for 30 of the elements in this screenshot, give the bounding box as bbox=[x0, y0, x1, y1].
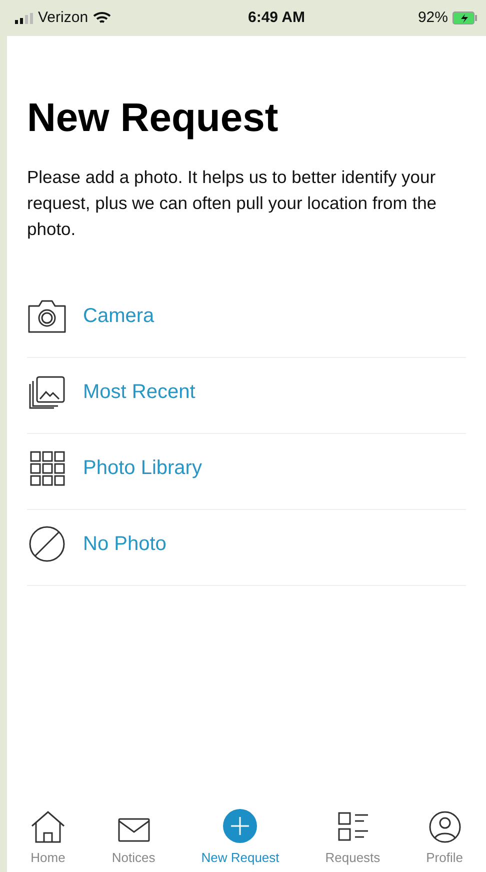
carrier-name: Verizon bbox=[38, 8, 88, 28]
tab-bar-item[interactable]: Notices bbox=[112, 806, 156, 868]
photo-option[interactable]: Most Recent bbox=[27, 346, 466, 434]
list-icon bbox=[336, 810, 370, 844]
option-label: No Photo bbox=[83, 532, 166, 556]
tab-bar-item[interactable]: New Request bbox=[201, 806, 280, 868]
option-label: Photo Library bbox=[83, 456, 202, 480]
signal-icon bbox=[15, 12, 33, 24]
grid-icon bbox=[29, 450, 65, 486]
tab-bar-item[interactable]: Home bbox=[30, 806, 66, 868]
photo-option[interactable]: Photo Library bbox=[27, 422, 466, 510]
home-icon bbox=[30, 810, 66, 844]
wifi-icon bbox=[93, 11, 112, 25]
tab-bar-item[interactable]: Requests bbox=[325, 806, 380, 868]
page-title: New Request bbox=[27, 95, 280, 142]
plus-icon bbox=[222, 808, 258, 844]
option-label: Camera bbox=[83, 304, 154, 328]
option-label: Most Recent bbox=[83, 380, 196, 404]
camera-icon bbox=[27, 298, 67, 334]
clock-time: 6:49 AM bbox=[247, 8, 306, 28]
envelope-icon bbox=[116, 816, 151, 844]
battery-percentage: 92% bbox=[418, 8, 448, 28]
instruction-text: Please add a photo. It helps us to better identify your request, plus we can often pull your location from the photo. bbox=[27, 166, 438, 241]
tab-bar-item[interactable]: Profile bbox=[426, 806, 463, 868]
profile-icon bbox=[428, 810, 462, 844]
photo-option[interactable]: No Photo bbox=[27, 498, 466, 586]
no-photo-icon bbox=[28, 524, 66, 562]
photo-stack-icon bbox=[28, 374, 66, 408]
battery-icon bbox=[452, 11, 478, 25]
photo-option[interactable]: Camera bbox=[27, 270, 466, 358]
